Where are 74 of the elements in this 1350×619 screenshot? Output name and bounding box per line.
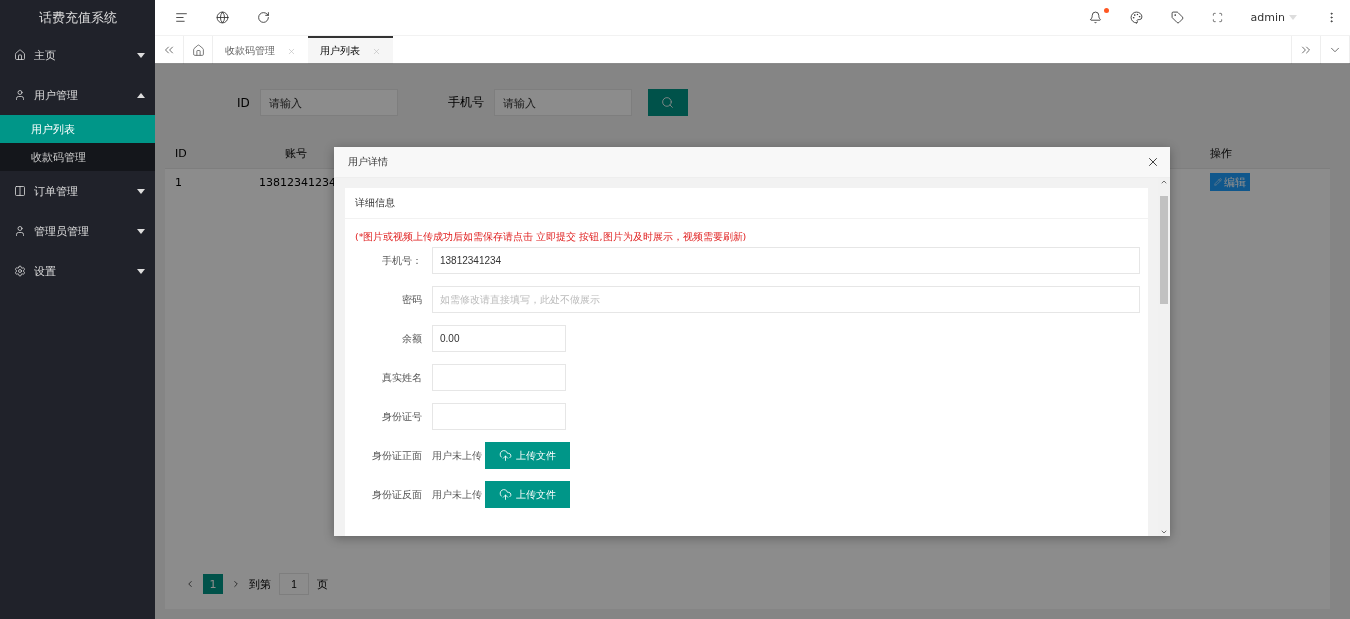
input-field[interactable] <box>432 403 566 430</box>
double-chevron-right-icon <box>1299 43 1313 57</box>
pencil-icon <box>1214 178 1222 186</box>
input-field[interactable] <box>432 364 566 391</box>
upload-notice: (*图片或视频上传成功后如需保存请点击 立即提交 按钮,图片为及时展示，视频需要刷新) <box>354 230 748 244</box>
input-field[interactable]: 0.00 <box>432 325 566 352</box>
caret-icon <box>137 228 145 234</box>
cloud-upload-icon <box>499 449 512 462</box>
app-title: 话费充值系统 <box>37 8 118 27</box>
close-icon[interactable] <box>1146 155 1160 169</box>
indent-icon <box>175 11 188 24</box>
chevron-left-icon <box>185 579 195 589</box>
sidebar-subitem[interactable]: 收款码管理 <box>0 143 155 171</box>
cloud-upload-icon <box>499 488 512 501</box>
bell-icon <box>1088 11 1102 24</box>
field-label: 真实姓名 <box>381 370 422 385</box>
field-label: 余额 <box>401 331 422 346</box>
close-icon <box>287 46 296 56</box>
caret-icon <box>137 188 145 194</box>
upload-status: 用户未上传 <box>432 487 482 502</box>
home-icon <box>14 49 26 61</box>
sidebar-item[interactable]: 设置 <box>0 251 155 291</box>
input-field[interactable]: 13812341234 <box>432 247 1140 274</box>
globe-icon <box>216 11 229 24</box>
field-label: 密码 <box>401 292 422 307</box>
card-title: 详细信息 <box>345 188 1148 219</box>
field-label: 身份证正面 <box>371 448 422 463</box>
scroll-up-icon <box>1160 178 1168 186</box>
filter-input[interactable]: 请输入 <box>493 89 632 116</box>
page-unit: 页 <box>317 576 328 592</box>
refresh-icon <box>257 11 270 24</box>
caret-icon <box>137 92 145 98</box>
scroll-right-button[interactable] <box>1291 36 1321 64</box>
field-label: 身份证反面 <box>371 487 422 502</box>
user-icon <box>14 89 26 101</box>
scroll-down-icon <box>1160 528 1168 536</box>
user-menu[interactable]: admin <box>1250 11 1297 24</box>
filter-input[interactable]: 请输入 <box>259 89 398 116</box>
search-icon <box>661 96 675 109</box>
column-header: 操作 <box>1209 145 1233 161</box>
palette-icon <box>1129 11 1143 24</box>
chevron-right-icon <box>231 579 241 589</box>
dialog-title: 用户详情 <box>348 155 388 169</box>
field-label: 手机号： <box>381 253 422 268</box>
filter-label: ID <box>237 95 250 110</box>
goto-label: 到第 <box>249 576 271 592</box>
page-tab[interactable]: 用户列表 <box>308 36 393 64</box>
search-button[interactable] <box>647 89 688 116</box>
table-cell-text: 13812341234 <box>258 175 337 189</box>
page-input[interactable]: 1 <box>279 573 309 595</box>
sidebar-item[interactable]: 管理员管理 <box>0 211 155 251</box>
table-cell-text: 1 <box>174 175 183 189</box>
home-icon <box>191 43 205 57</box>
upload-button[interactable]: 上传文件 <box>485 442 570 469</box>
double-chevron-left-icon <box>162 43 176 57</box>
upload-status: 用户未上传 <box>432 448 482 463</box>
user-icon <box>14 225 26 237</box>
close-icon <box>372 46 381 56</box>
gear-icon <box>14 265 26 277</box>
sidebar-item[interactable]: 用户管理 <box>0 75 155 115</box>
upload-button[interactable]: 上传文件 <box>485 481 570 508</box>
filter-label: 手机号 <box>447 94 484 111</box>
tag-icon <box>1170 11 1184 24</box>
sidebar-subitem[interactable]: 用户列表 <box>0 115 155 143</box>
scrollbar[interactable] <box>1158 178 1170 536</box>
caret-icon <box>137 268 145 274</box>
sidebar-item[interactable]: 订单管理 <box>0 171 155 211</box>
scrollbar-thumb[interactable] <box>1160 196 1168 304</box>
fullscreen-icon <box>1211 12 1223 23</box>
column-header: ID <box>174 146 188 160</box>
caret-icon <box>137 52 145 58</box>
columns-icon <box>14 185 26 197</box>
field-label: 身份证号 <box>381 409 422 424</box>
sidebar-item[interactable]: 主页 <box>0 35 155 75</box>
